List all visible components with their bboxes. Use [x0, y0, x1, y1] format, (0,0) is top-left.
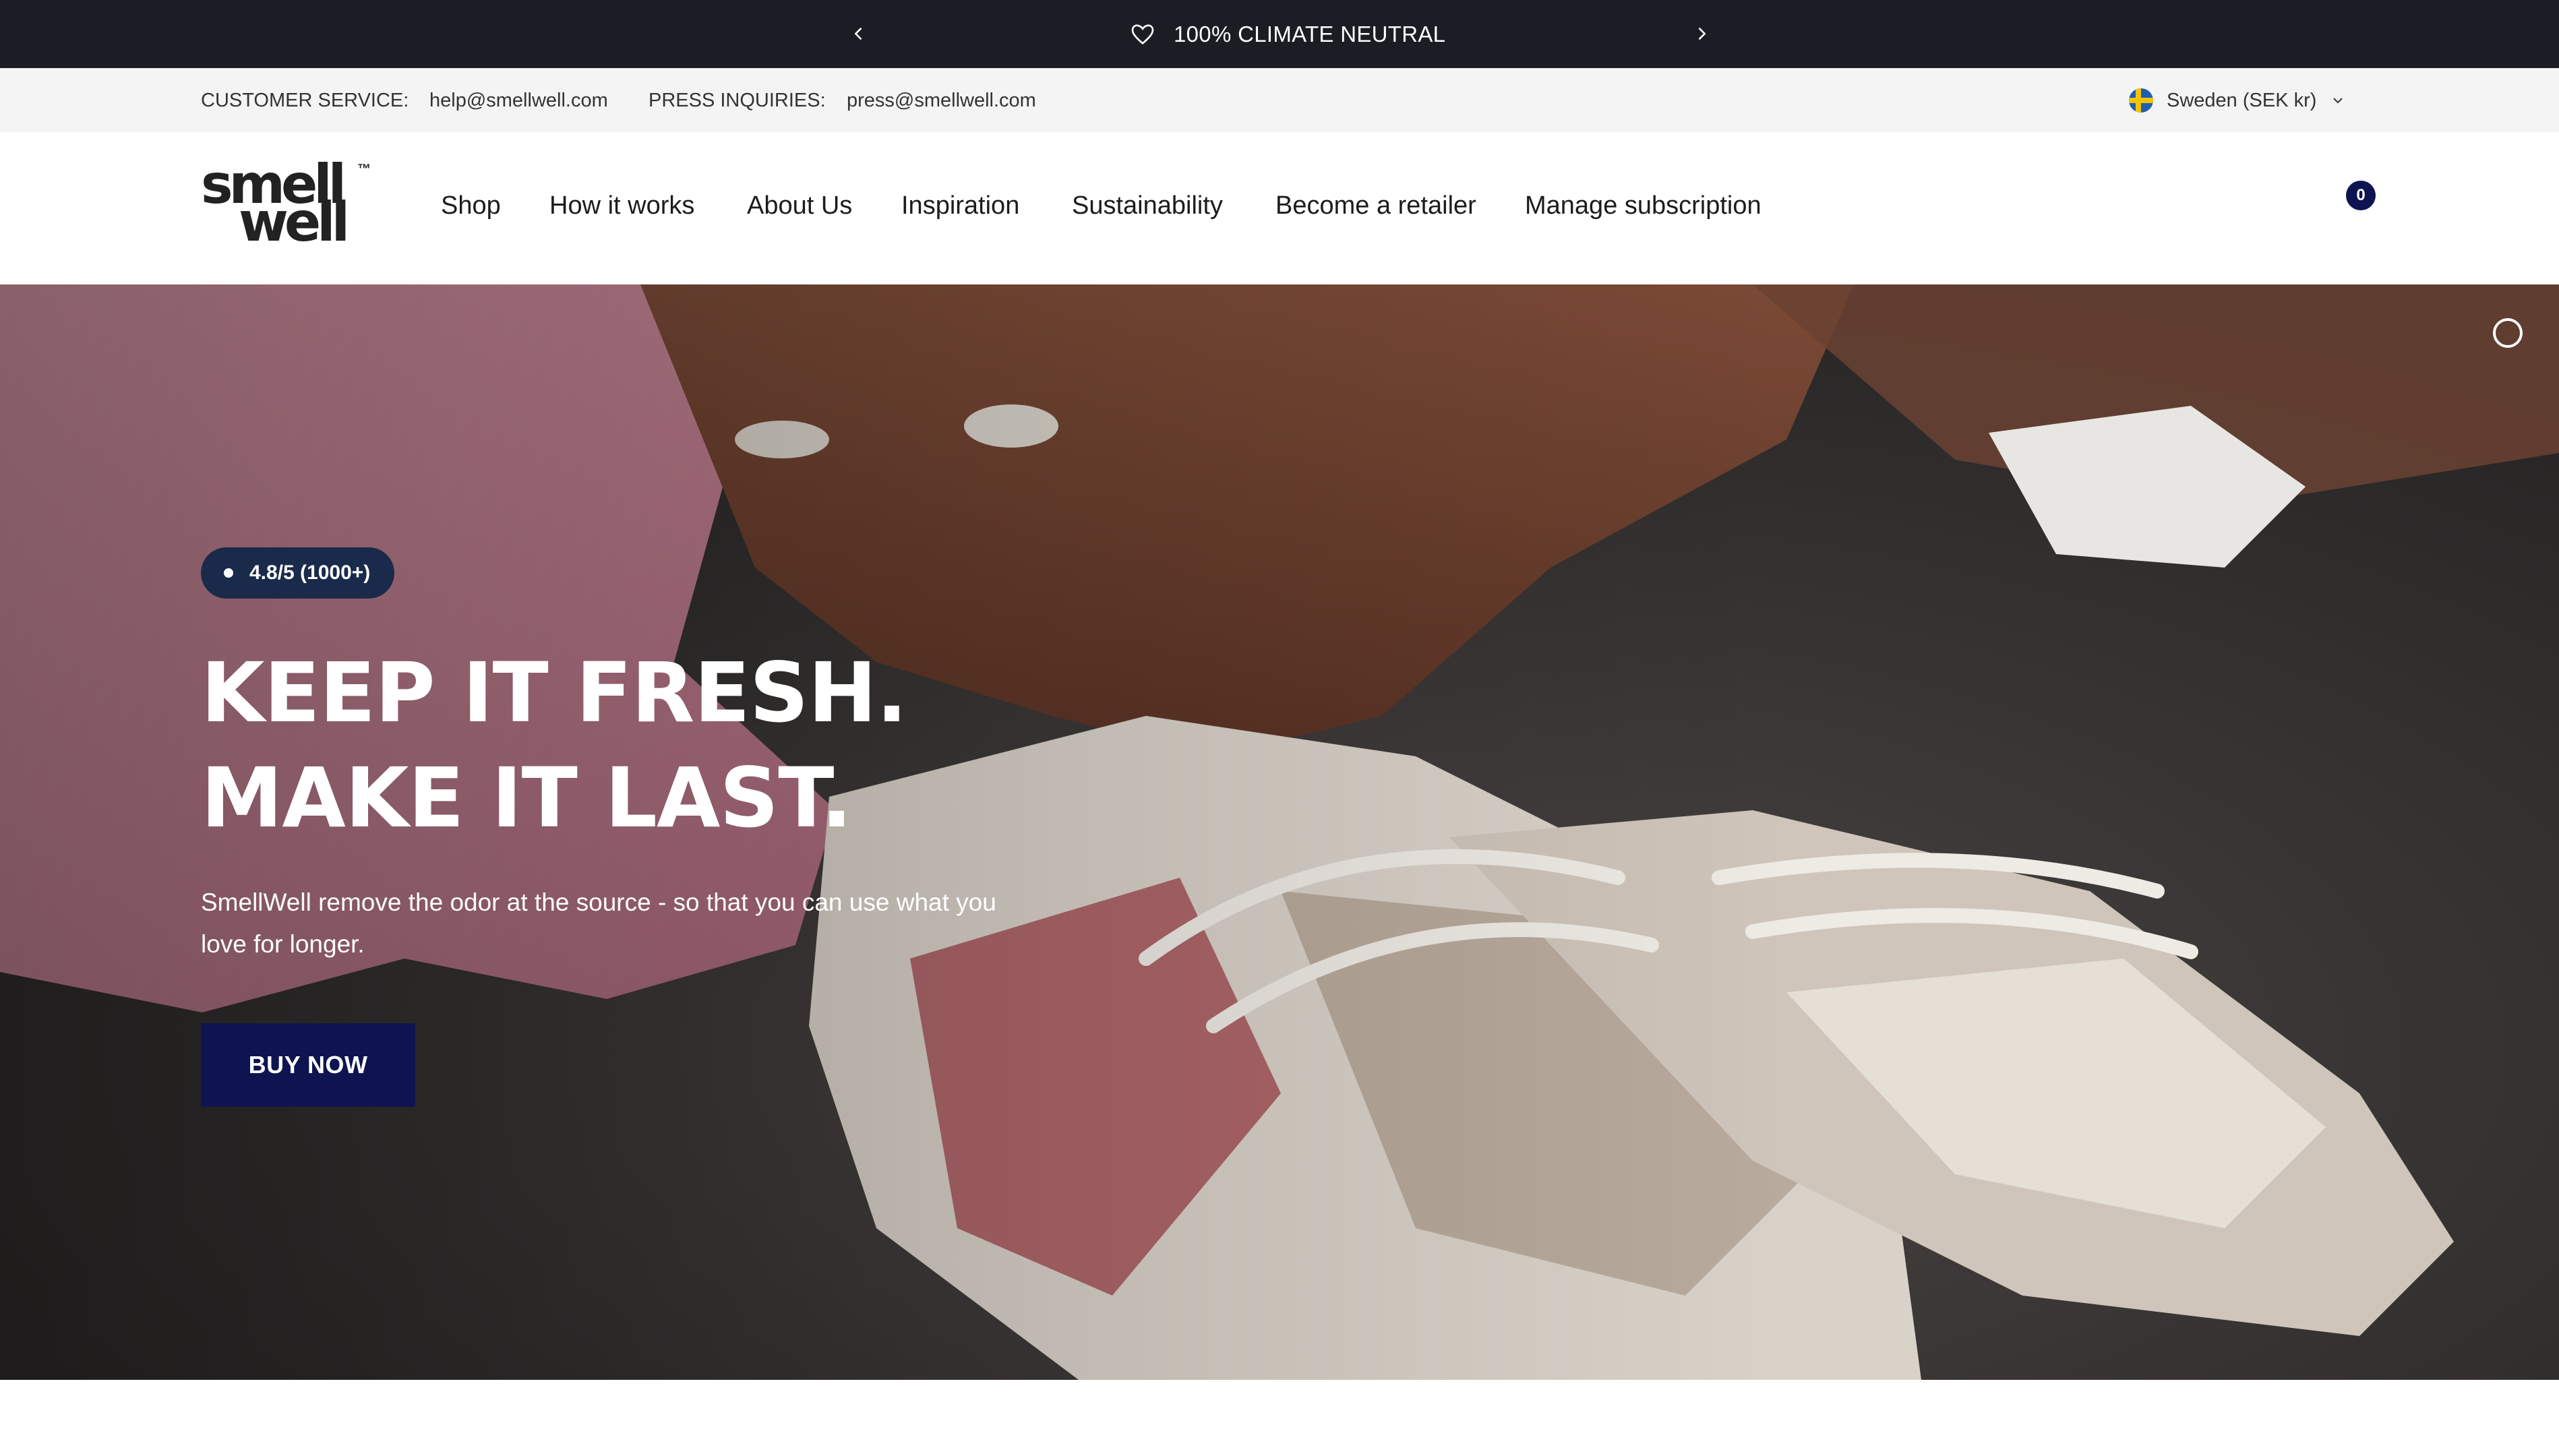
chevron-left-icon	[854, 27, 862, 40]
logo-trademark: ™	[357, 162, 371, 177]
nav-item-shop[interactable]: Shop	[441, 191, 501, 220]
cart-button[interactable]: 0	[2346, 181, 2384, 218]
nav-item-manage-subscription[interactable]: Manage subscription	[1525, 191, 1762, 220]
nav-item-how-it-works[interactable]: How it works	[549, 191, 694, 220]
nav-item-sustainability[interactable]: Sustainability	[1072, 191, 1223, 220]
country-selector[interactable]: Sweden (SEK kr)	[2129, 86, 2346, 115]
press-inquiries-label: PRESS INQUIRIES:	[649, 90, 826, 111]
site-logo[interactable]: smell well ™	[201, 158, 376, 252]
customer-service-label: CUSTOMER SERVICE:	[201, 90, 409, 111]
logo-text-line2: well	[239, 191, 350, 253]
nav-item-inspiration[interactable]: Inspiration	[901, 191, 1019, 220]
chevron-down-icon	[2333, 98, 2343, 104]
rating-badge: 4.8/5 (1000+)	[201, 547, 395, 599]
hero-headline-line2: MAKE IT LAST.	[201, 750, 852, 846]
heart-icon	[1131, 24, 1154, 45]
press-email-link[interactable]: press@smellwell.com	[847, 90, 1036, 112]
cart-count-badge: 0	[2346, 181, 2376, 210]
chevron-right-icon	[1698, 27, 1706, 40]
nav-item-become-a-retailer[interactable]: Become a retailer	[1275, 191, 1476, 220]
announcement-bar: 100% CLIMATE NEUTRAL	[0, 0, 2559, 68]
announcement-text: 100% CLIMATE NEUTRAL	[1174, 22, 1446, 47]
announcement-next-button[interactable]	[1685, 18, 1718, 50]
country-label: Sweden (SEK kr)	[2167, 89, 2317, 111]
info-bar: CUSTOMER SERVICE: help@smellwell.com PRE…	[0, 68, 2559, 132]
video-pause-icon[interactable]	[2493, 318, 2523, 348]
rating-dot-icon	[224, 568, 233, 578]
buy-now-button[interactable]: BUY NOW	[201, 1023, 415, 1107]
announcement-message: 100% CLIMATE NEUTRAL	[1129, 18, 1445, 51]
sweden-flag-icon	[2129, 88, 2153, 113]
customer-service-email-link[interactable]: help@smellwell.com	[429, 90, 608, 112]
hero-headline: KEEP IT FRESH. MAKE IT LAST.	[201, 640, 907, 851]
hero-headline-line1: KEEP IT FRESH.	[201, 645, 907, 741]
hero-subtext: SmellWell remove the odor at the source …	[201, 888, 996, 958]
announcement-prev-button[interactable]	[843, 18, 875, 50]
nav-item-about-us[interactable]: About Us	[747, 191, 852, 220]
rating-text: 4.8/5 (1000+)	[249, 562, 371, 584]
